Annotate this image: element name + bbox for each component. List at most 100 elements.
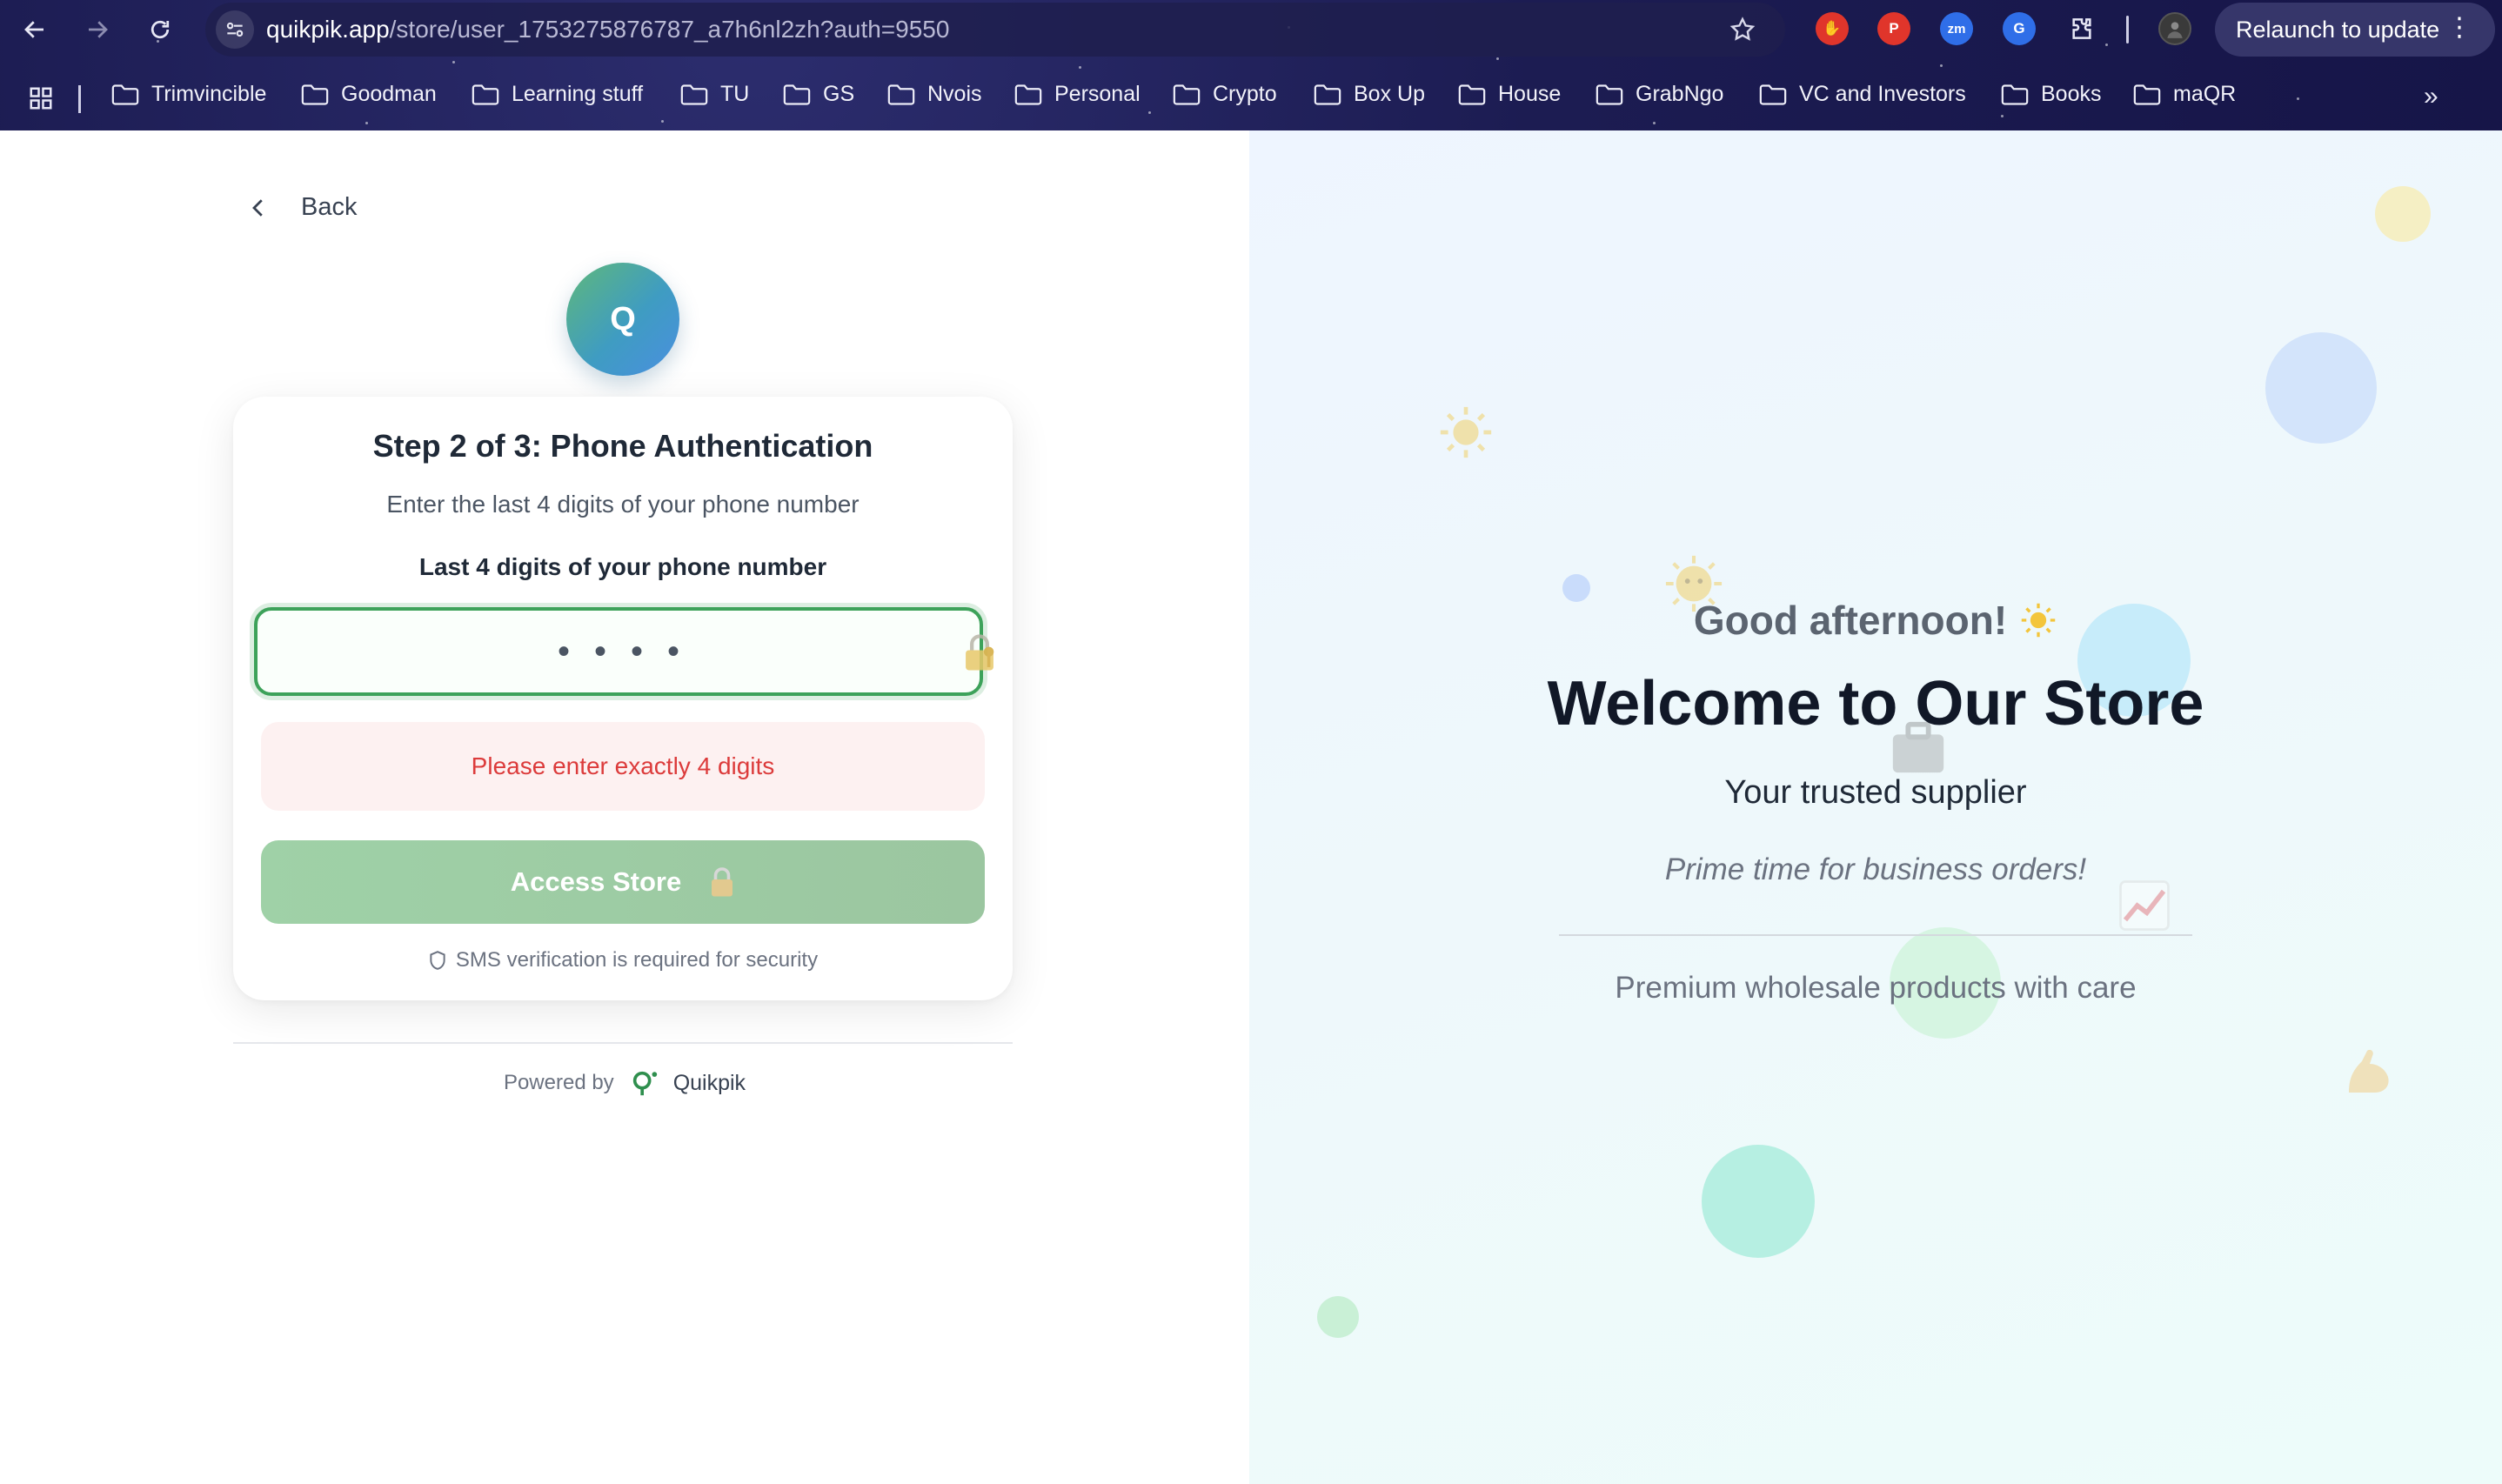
welcome-pane: Good afternoon! Welcome to Our Store You… [1249, 130, 2502, 1484]
lock-key-icon [966, 634, 994, 671]
bookmark-item[interactable]: GS [783, 82, 854, 107]
store-motto: Prime time for business orders! [1664, 852, 2087, 886]
forward-nav-button[interactable] [78, 10, 117, 49]
bookmark-item[interactable]: Crypto [1173, 82, 1277, 107]
back-link[interactable]: Back [245, 193, 357, 222]
star-icon [1729, 17, 1756, 41]
phone-digits-label: Last 4 digits of your phone number [418, 553, 827, 580]
bookmark-star-button[interactable] [1724, 11, 1761, 48]
back-label: Back [301, 193, 358, 221]
folder-icon [472, 84, 499, 105]
sun-decoration-icon [1440, 406, 1492, 458]
decorative-bubble [1702, 1145, 1815, 1258]
error-message: Please enter exactly 4 digits [261, 722, 985, 811]
footer-divider [233, 1042, 1013, 1044]
bookmark-item[interactable]: Nvois [887, 82, 982, 107]
bookmark-label: Goodman [341, 82, 437, 106]
bookmark-item[interactable]: Personal [1014, 82, 1141, 107]
page-content: Back Q Step 2 of 3: Phone Authentication… [0, 130, 2502, 1484]
bookmark-item[interactable]: Box Up [1314, 82, 1425, 107]
relaunch-to-update-button[interactable]: Relaunch to update ⋮ [2215, 3, 2495, 57]
bookmark-label: Books [2041, 82, 2102, 106]
greeting-label: Good afternoon! [1693, 598, 2008, 643]
bookmark-label: Crypto [1213, 82, 1277, 106]
security-note: SMS verification is required for securit… [233, 948, 1013, 973]
bookmark-item[interactable]: GrabNgo [1596, 82, 1723, 107]
bookmark-item[interactable]: Books [2001, 82, 2101, 107]
sun-icon [2021, 603, 2056, 638]
folder-icon [301, 84, 329, 105]
step-subtitle: Enter the last 4 digits of your phone nu… [386, 491, 860, 518]
bookmark-item[interactable]: House [1458, 82, 1561, 107]
powered-by-label: Powered by [503, 1071, 614, 1094]
auth-pane: Back Q Step 2 of 3: Phone Authentication… [0, 130, 1249, 1484]
more-bookmarks-chevron-icon[interactable]: » [2424, 82, 2438, 111]
bookmark-item[interactable]: TU [680, 82, 749, 107]
relaunch-label: Relaunch to update [2236, 16, 2440, 43]
url-text[interactable]: quikpik.app/store/user_1753275876787_a7h… [266, 16, 949, 43]
bookmark-item[interactable]: Trimvincible [111, 82, 266, 107]
folder-icon [680, 84, 708, 105]
store-logo: Q [566, 263, 679, 376]
url-path: /store/user_1753275876787_a7h6nl2zh?auth… [389, 16, 950, 43]
extensions-puzzle-icon[interactable] [2065, 12, 2098, 45]
folder-icon [111, 84, 139, 105]
security-note-text: SMS verification is required for securit… [455, 948, 819, 972]
site-info-icon[interactable] [216, 10, 254, 49]
browser-chrome: quikpik.app/store/user_1753275876787_a7h… [0, 0, 2502, 130]
flexed-biceps-decoration-icon [2349, 1049, 2389, 1093]
folder-icon [1173, 84, 1201, 105]
phone-digits-input[interactable]: •••• [254, 607, 994, 696]
bookmark-label: Trimvincible [151, 82, 267, 106]
reload-icon [151, 20, 170, 39]
chevron-left-icon [252, 198, 263, 217]
kebab-menu-icon[interactable]: ⋮ [2446, 15, 2472, 41]
zoom-icon[interactable]: zm [1940, 12, 1973, 45]
access-store-label: Access Store [510, 866, 682, 897]
bookmark-label: TU [720, 82, 750, 106]
reload-button[interactable] [141, 10, 179, 49]
bookmark-item[interactable]: Goodman [301, 82, 437, 107]
decorative-bubble [2265, 332, 2377, 444]
padlock-icon [712, 867, 733, 897]
access-store-button[interactable]: Access Store [261, 840, 985, 924]
shield-icon [430, 951, 445, 970]
grammarly-icon[interactable]: G [2003, 12, 2036, 45]
folder-icon [2133, 84, 2161, 105]
bookmark-item[interactable]: VC and Investors [1759, 82, 1966, 107]
back-nav-button[interactable] [16, 10, 54, 49]
bookmark-item[interactable]: Learning stuff [472, 82, 643, 107]
powered-by: Powered by Quikpik [0, 1068, 1249, 1098]
hand-extension-icon[interactable]: ✋ [1816, 12, 1849, 45]
welcome-divider [1559, 934, 2192, 936]
error-text: Please enter exactly 4 digits [471, 752, 775, 779]
bookmarks-bar: Trimvincible Goodman Learning stuff TU GS Nvo… [0, 73, 2502, 124]
store-description: Premium wholesale products with care [1615, 971, 2137, 1005]
quikpik-logo-icon [632, 1071, 657, 1096]
bookmark-label: GrabNgo [1636, 82, 1724, 106]
decorative-bubble [2375, 186, 2431, 242]
bookmark-label: Learning stuff [512, 82, 644, 106]
arrow-right-icon [89, 21, 108, 38]
bookmark-label: GS [823, 82, 855, 106]
welcome-heading: Welcome to Our Store [1547, 669, 2204, 739]
decorative-bubble [1317, 1296, 1359, 1338]
bookmark-label: maQR [2173, 82, 2237, 106]
apps-grid-icon[interactable] [28, 85, 54, 111]
folder-icon [783, 84, 811, 105]
address-bar[interactable]: quikpik.app/store/user_1753275876787_a7h… [205, 3, 1785, 57]
arrow-left-icon [24, 21, 43, 38]
auth-card: Step 2 of 3: Phone Authentication Enter … [233, 397, 1013, 1000]
bookmark-item[interactable]: maQR [2133, 82, 2236, 107]
bookmark-label: VC and Investors [1799, 82, 1966, 106]
url-host: quikpik.app [266, 16, 390, 43]
folder-icon [1458, 84, 1486, 105]
bookmark-label: Box Up [1354, 82, 1425, 106]
bookmark-label: House [1498, 82, 1562, 106]
store-logo-letter: Q [610, 300, 636, 338]
step-title: Step 2 of 3: Phone Authentication [372, 428, 873, 464]
bookmark-label: Personal [1054, 82, 1141, 106]
profile-avatar[interactable] [2158, 12, 2191, 45]
pinterest-icon[interactable]: P [1877, 12, 1910, 45]
masked-input-value: •••• [557, 632, 704, 671]
